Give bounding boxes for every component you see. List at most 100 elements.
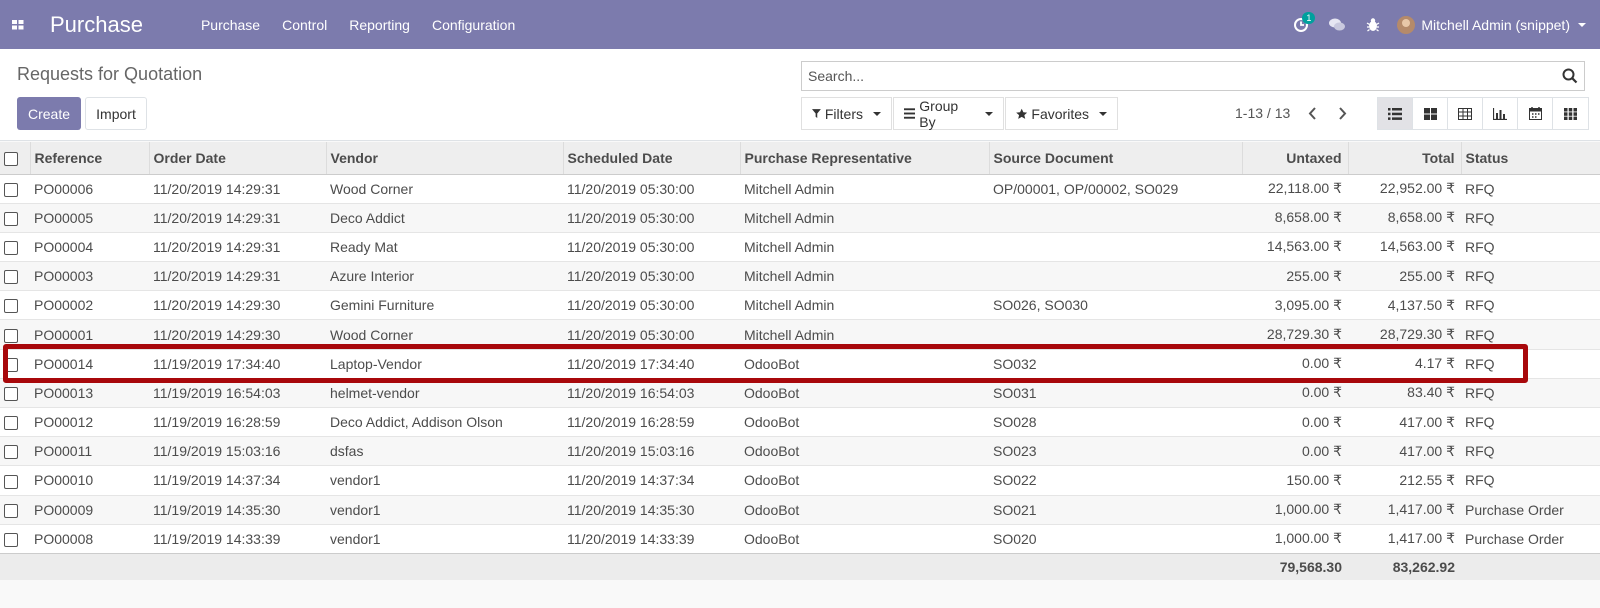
table-row[interactable]: PO00013 11/19/2019 16:54:03 helmet-vendor 1… [0, 377, 1600, 408]
app-brand[interactable]: Purchase [50, 12, 143, 38]
apps-menu-icon[interactable] [0, 0, 36, 49]
select-all-cell[interactable] [0, 142, 30, 175]
table-row[interactable]: PO00012 11/19/2019 16:28:59 Deco Addict, A… [0, 406, 1600, 437]
row-select-cell[interactable] [0, 319, 30, 350]
table-cell: 0.00 ₹ [1242, 406, 1348, 437]
table-cell: 11/19/2019 17:34:40 [149, 348, 326, 379]
calendar-view-icon[interactable] [1518, 98, 1553, 129]
table-cell: 11/20/2019 14:33:39 [563, 523, 740, 554]
groupby-dropdown[interactable]: Group By [893, 97, 1004, 130]
row-checkbox[interactable] [4, 503, 18, 518]
filters-dropdown[interactable]: Filters [801, 97, 892, 130]
table-cell: 212.55 ₹ [1348, 465, 1461, 496]
user-menu[interactable]: Mitchell Admin (snippet) [1397, 15, 1586, 34]
table-cell: 8,658.00 ₹ [1242, 202, 1348, 233]
row-select-cell[interactable] [0, 202, 30, 233]
menu-control[interactable]: Control [282, 17, 327, 33]
table-cell: 1,000.00 ₹ [1242, 494, 1348, 525]
row-checkbox[interactable] [4, 182, 18, 197]
row-select-cell[interactable] [0, 494, 30, 525]
row-checkbox[interactable] [4, 445, 18, 460]
favorites-dropdown[interactable]: Favorites [1005, 97, 1118, 130]
row-select-cell[interactable] [0, 377, 30, 408]
row-select-cell[interactable] [0, 348, 30, 379]
row-select-cell[interactable] [0, 465, 30, 496]
column-header[interactable]: Reference [29, 142, 149, 175]
column-header[interactable]: Scheduled Date [562, 142, 740, 175]
search-input[interactable] [802, 63, 1556, 89]
row-checkbox[interactable] [4, 241, 18, 256]
table-row[interactable]: PO00003 11/20/2019 14:29:31 Azure Interior… [0, 261, 1600, 291]
graph-view-icon[interactable] [1483, 98, 1518, 129]
search-icon[interactable] [1556, 68, 1584, 84]
column-header[interactable]: Purchase Representative [739, 142, 989, 175]
row-select-cell[interactable] [0, 231, 30, 262]
table-row[interactable]: PO00006 11/20/2019 14:29:31 Wood Corner 11/… [0, 173, 1600, 204]
table-cell: PO00009 [30, 494, 149, 525]
table-cell: 3,095.00 ₹ [1242, 290, 1348, 320]
row-select-cell[interactable] [0, 523, 30, 554]
menu-reporting[interactable]: Reporting [349, 17, 410, 33]
table-row[interactable]: PO00002 11/20/2019 14:29:30 Gemini Furnitu… [0, 290, 1600, 320]
create-button[interactable]: Create [17, 97, 81, 130]
table-cell: PO00006 [30, 173, 149, 204]
column-header[interactable]: Untaxed [1241, 142, 1348, 175]
column-header[interactable]: Total [1347, 142, 1461, 175]
pager-previous-icon[interactable] [1300, 101, 1324, 125]
row-checkbox[interactable] [4, 387, 18, 402]
row-checkbox[interactable] [4, 474, 18, 489]
pivot-table-view-icon[interactable] [1448, 98, 1483, 129]
table-row[interactable]: PO00008 11/19/2019 14:33:39 vendor1 11/20/2… [0, 523, 1600, 554]
table-cell: 11/20/2019 14:29:31 [149, 173, 326, 204]
select-all-checkbox[interactable] [4, 151, 18, 166]
list-view-icon[interactable] [1378, 98, 1413, 129]
table-cell: Gemini Furniture [326, 290, 563, 320]
column-header[interactable]: Source Document [988, 142, 1242, 175]
table-cell: OdooBot [740, 406, 989, 437]
table-cell: 11/20/2019 14:35:30 [563, 494, 740, 525]
menu-configuration[interactable]: Configuration [432, 17, 515, 33]
table-cell: 0.00 ₹ [1242, 377, 1348, 408]
table-row[interactable]: PO00010 11/19/2019 14:37:34 vendor1 11/20/2… [0, 465, 1600, 496]
menu-purchase[interactable]: Purchase [201, 17, 260, 33]
rfq-list: Reference Order Date Vendor Scheduled Da… [0, 142, 1600, 581]
row-checkbox[interactable] [4, 211, 18, 226]
row-checkbox[interactable] [4, 270, 18, 285]
row-select-cell[interactable] [0, 436, 30, 466]
row-select-cell[interactable] [0, 261, 30, 291]
table-cell: PO00013 [30, 377, 149, 408]
pager-next-icon[interactable] [1330, 101, 1354, 125]
column-header[interactable]: Status [1460, 142, 1600, 175]
filters-label: Filters [824, 105, 863, 122]
table-cell: dsfas [326, 436, 563, 466]
debug-bug-icon[interactable] [1355, 0, 1391, 49]
messaging-chat-icon[interactable] [1319, 0, 1355, 49]
column-header[interactable]: Order Date [148, 142, 326, 175]
table-row[interactable]: PO00001 11/20/2019 14:29:30 Wood Corner 11/… [0, 319, 1600, 350]
table-cell: 150.00 ₹ [1242, 465, 1348, 496]
table-row[interactable]: PO00011 11/19/2019 15:03:16 dsfas 11/20/201… [0, 436, 1600, 466]
row-checkbox[interactable] [4, 357, 18, 372]
table-cell: 22,952.00 ₹ [1348, 173, 1461, 204]
activity-view-icon[interactable] [1553, 98, 1588, 129]
table-cell: 1,417.00 ₹ [1348, 494, 1461, 525]
kanban-view-icon[interactable] [1413, 98, 1448, 129]
pager-value[interactable]: 1-13 / 13 [1235, 105, 1290, 121]
table-cell: Deco Addict, Addison Olson [326, 406, 563, 437]
column-header[interactable]: Vendor [325, 142, 563, 175]
table-row[interactable]: PO00009 11/19/2019 14:35:30 vendor1 11/20/2… [0, 494, 1600, 525]
chevron-down-icon [873, 111, 881, 116]
row-checkbox[interactable] [4, 299, 18, 314]
row-select-cell[interactable] [0, 290, 30, 320]
table-row[interactable]: PO00014 11/19/2019 17:34:40 Laptop-Vendor 1… [0, 348, 1600, 379]
table-row[interactable]: PO00005 11/20/2019 14:29:31 Deco Addict 11/… [0, 202, 1600, 233]
table-row[interactable]: PO00004 11/20/2019 14:29:31 Ready Mat 11/20… [0, 231, 1600, 262]
row-select-cell[interactable] [0, 173, 30, 204]
row-select-cell[interactable] [0, 406, 30, 437]
activity-clock-icon[interactable]: 1 [1283, 0, 1319, 49]
import-button[interactable]: Import [85, 97, 147, 130]
row-checkbox[interactable] [4, 532, 18, 547]
row-checkbox[interactable] [4, 416, 18, 431]
table-cell: 11/20/2019 15:03:16 [563, 436, 740, 466]
row-checkbox[interactable] [4, 328, 18, 343]
